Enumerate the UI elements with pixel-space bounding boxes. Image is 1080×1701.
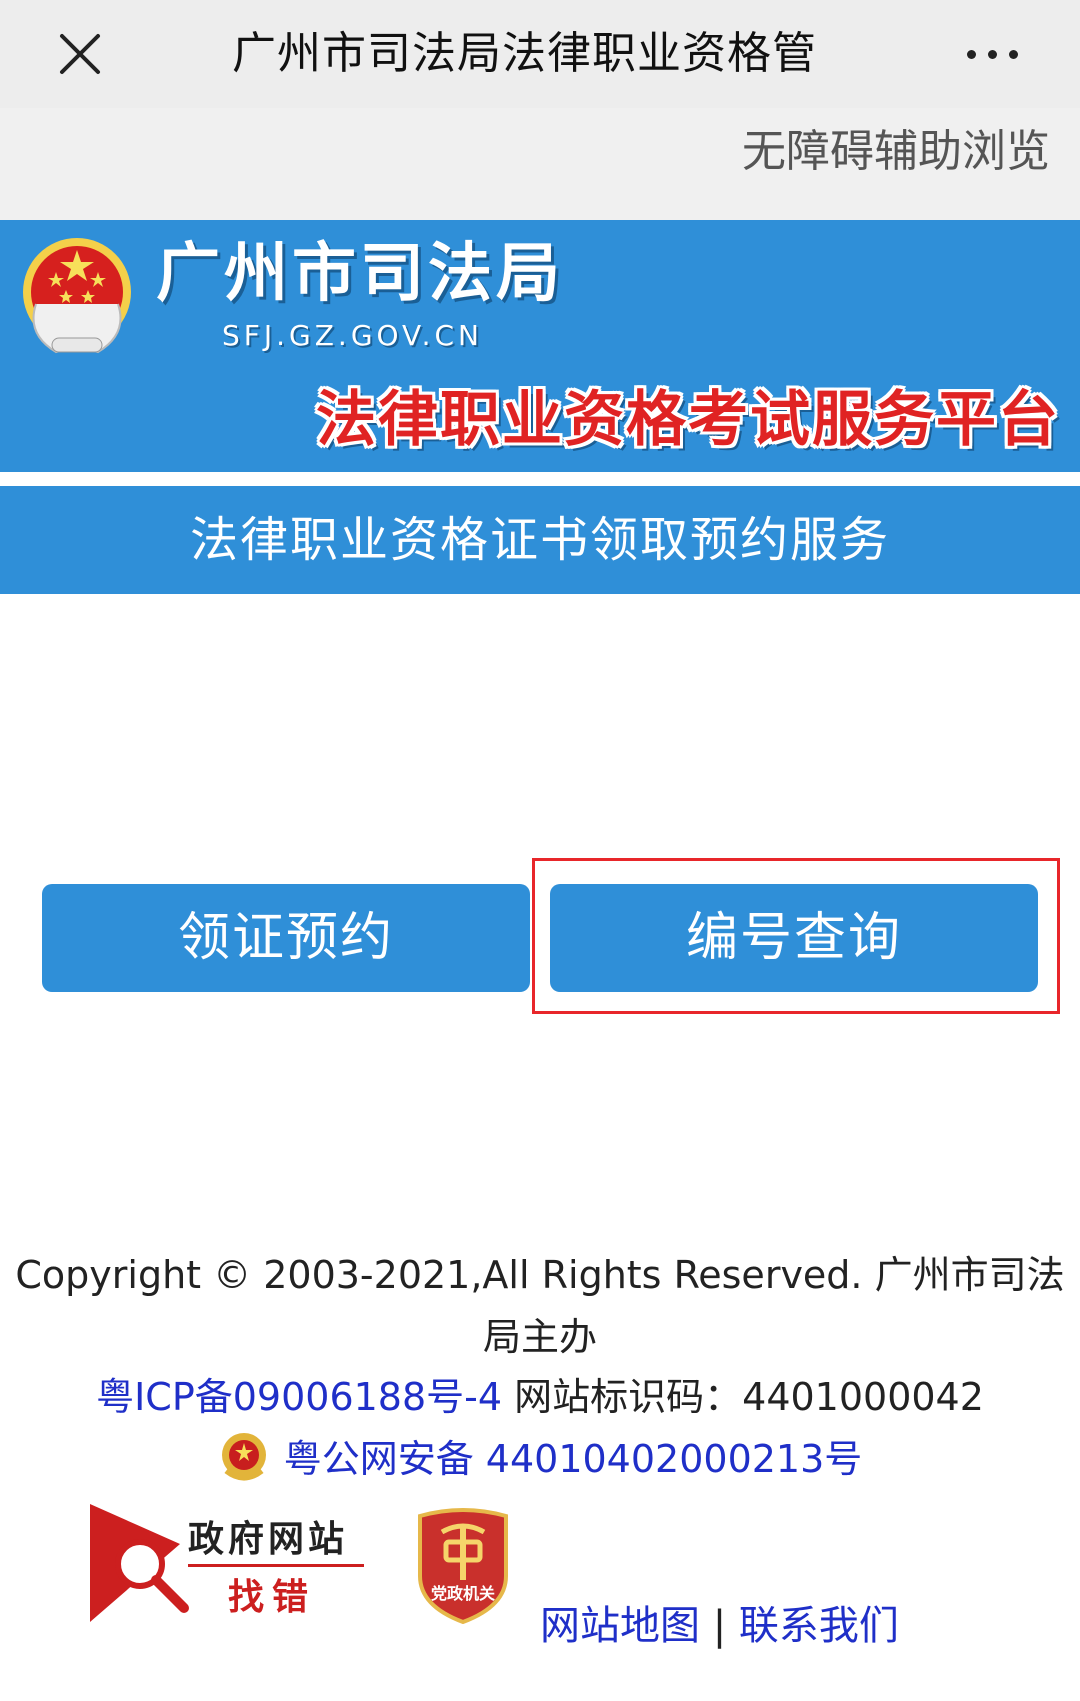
party-gov-badge[interactable]: 党政机关 bbox=[412, 1502, 514, 1624]
book-appointment-button[interactable]: 领证预约 bbox=[42, 884, 530, 992]
site-code: 网站标识码：4401000042 bbox=[514, 1375, 984, 1419]
gov-find-error-divider bbox=[188, 1564, 364, 1567]
justice-emblem-icon bbox=[23, 238, 131, 354]
police-badge-icon bbox=[221, 1432, 266, 1480]
close-icon bbox=[60, 34, 100, 74]
police-record-link[interactable]: 粤公网安备 44010402000213号 bbox=[284, 1437, 863, 1481]
icp-link[interactable]: 粤ICP备09006188号-4 bbox=[96, 1375, 502, 1419]
more-dots-icon bbox=[966, 49, 976, 59]
accessibility-link[interactable]: 无障碍辅助浏览 bbox=[742, 120, 1050, 184]
footer-links: 网站地图 | 联系我们 bbox=[540, 1594, 899, 1658]
party-gov-shield-icon bbox=[418, 1508, 508, 1624]
service-title-bar: 法律职业资格证书领取预约服务 bbox=[0, 486, 1080, 594]
top-nav-bar: 广州市司法局法律职业资格管 bbox=[0, 0, 1080, 108]
footer-copyright: Copyright © 2003-2021,All Rights Reserve… bbox=[15, 1253, 1065, 1359]
close-button[interactable] bbox=[48, 22, 112, 86]
site-name: 广州市司法局 bbox=[156, 237, 564, 311]
footer-police-line: 粤公网安备 44010402000213号 bbox=[0, 1428, 1080, 1490]
contact-link[interactable]: 联系我们 bbox=[739, 1603, 899, 1649]
gov-find-error-sub: 找错 bbox=[228, 1577, 317, 1618]
footer-icp-line: 粤ICP备09006188号-4 网站标识码：4401000042 bbox=[0, 1366, 1080, 1428]
footer-link-separator: | bbox=[712, 1603, 727, 1649]
gov-find-error-title: 政府网站 bbox=[188, 1519, 349, 1560]
accessibility-bar: 无障碍辅助浏览 bbox=[0, 108, 1080, 220]
gov-find-error-badge[interactable]: 政府网站 找错 bbox=[88, 1500, 364, 1630]
more-options-button[interactable] bbox=[952, 22, 1032, 86]
service-title: 法律职业资格证书领取预约服务 bbox=[189, 512, 890, 568]
platform-name: 法律职业资格考试服务平台 bbox=[316, 385, 1060, 455]
party-gov-badge-label: 党政机关 bbox=[430, 1584, 495, 1603]
magnifier-icon bbox=[90, 1504, 189, 1622]
site-banner: 广州市司法局 SFJ.GZ.GOV.CN 法律职业资格考试服务平台 bbox=[0, 220, 1080, 472]
site-domain: SFJ.GZ.GOV.CN bbox=[222, 319, 484, 352]
page-title: 广州市司法局法律职业资格管 bbox=[232, 28, 817, 79]
number-query-button[interactable]: 编号查询 bbox=[550, 884, 1038, 992]
sitemap-link[interactable]: 网站地图 bbox=[540, 1603, 700, 1649]
